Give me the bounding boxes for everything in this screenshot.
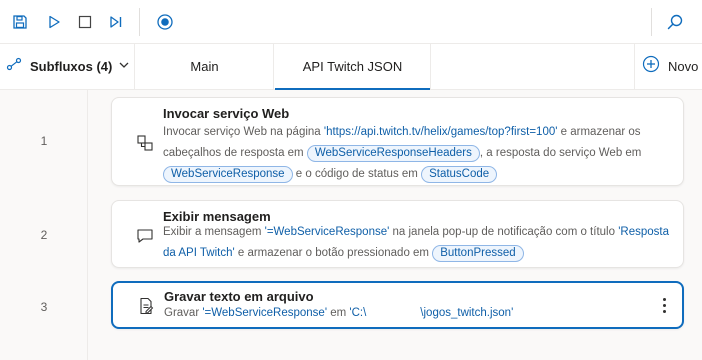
- desc-text: , a resposta do serviço Web em: [479, 147, 642, 159]
- desc-text: Invocar serviço Web na página: [163, 126, 324, 138]
- line-number: 2: [40, 228, 48, 242]
- toolbar-separator: [139, 8, 140, 36]
- chevron-down-icon: [118, 58, 130, 76]
- stop-icon[interactable]: [72, 9, 98, 35]
- string-literal: '=WebServiceResponse': [264, 226, 390, 238]
- variable-pill[interactable]: ButtonPressed: [432, 245, 524, 262]
- action-title: Invocar serviço Web: [163, 106, 290, 121]
- flow-canvas: 1 2 3 Invocar serviço Web Invocar serviç…: [0, 90, 702, 360]
- line-number-gutter: 1 2 3: [0, 90, 88, 360]
- new-subflow-button[interactable]: Novo: [634, 44, 702, 89]
- desc-text: em: [327, 307, 350, 319]
- action-description: Exibir a mensagem '=WebServiceResponse' …: [163, 222, 673, 264]
- action-description: Gravar '=WebServiceResponse' em 'C:\ \jog…: [164, 303, 674, 324]
- search-icon[interactable]: [662, 9, 688, 35]
- action-card-display-message[interactable]: Exibir mensagem Exibir a mensagem '=WebS…: [111, 200, 684, 268]
- subflows-icon: [6, 56, 22, 77]
- web-service-icon: [134, 132, 156, 154]
- toolbar: [0, 0, 702, 44]
- action-card-invoke-web-service[interactable]: Invocar serviço Web Invocar serviço Web …: [111, 97, 684, 186]
- line-number: 3: [40, 300, 48, 314]
- subflows-dropdown[interactable]: Subfluxos (4): [0, 44, 135, 89]
- toolbar-separator: [651, 8, 652, 36]
- save-icon[interactable]: [7, 9, 33, 35]
- string-literal: 'https://api.twitch.tv/helix/games/top?f…: [323, 126, 558, 138]
- variable-pill[interactable]: WebServiceResponse: [163, 166, 293, 183]
- string-literal: '=WebServiceResponse': [202, 307, 328, 319]
- desc-text: e o código de status em: [292, 168, 422, 180]
- variable-pill[interactable]: StatusCode: [421, 166, 498, 183]
- string-literal: 'C:\: [349, 307, 367, 319]
- action-title: Gravar texto em arquivo: [164, 289, 314, 304]
- write-file-icon: [135, 295, 157, 317]
- more-options-icon[interactable]: [656, 295, 672, 315]
- new-subflow-label: Novo: [668, 59, 699, 74]
- subflow-tabbar: Subfluxos (4) Main API Twitch JSON Novo: [0, 44, 702, 90]
- desc-text: Gravar: [164, 307, 203, 319]
- run-icon[interactable]: [41, 9, 67, 35]
- add-icon: [642, 55, 660, 78]
- tab-api-twitch-json[interactable]: API Twitch JSON: [275, 44, 431, 90]
- subflows-label: Subfluxos (4): [30, 59, 113, 74]
- string-literal: \jogos_twitch.json': [420, 307, 514, 319]
- record-icon[interactable]: [152, 9, 178, 35]
- tab-main[interactable]: Main: [136, 44, 274, 89]
- message-icon: [134, 225, 156, 247]
- action-card-write-text-file[interactable]: Gravar texto em arquivo Gravar '=WebServ…: [111, 281, 684, 329]
- variable-pill[interactable]: WebServiceResponseHeaders: [306, 145, 480, 162]
- desc-text: na janela pop-up de notificação com o tí…: [389, 226, 619, 238]
- run-next-action-icon[interactable]: [103, 9, 129, 35]
- line-number: 1: [40, 134, 48, 148]
- desc-text: Exibir a mensagem: [163, 226, 265, 238]
- desc-text: e armazenar o botão pressionado em: [234, 247, 433, 259]
- action-description: Invocar serviço Web na página 'https://a…: [163, 122, 673, 185]
